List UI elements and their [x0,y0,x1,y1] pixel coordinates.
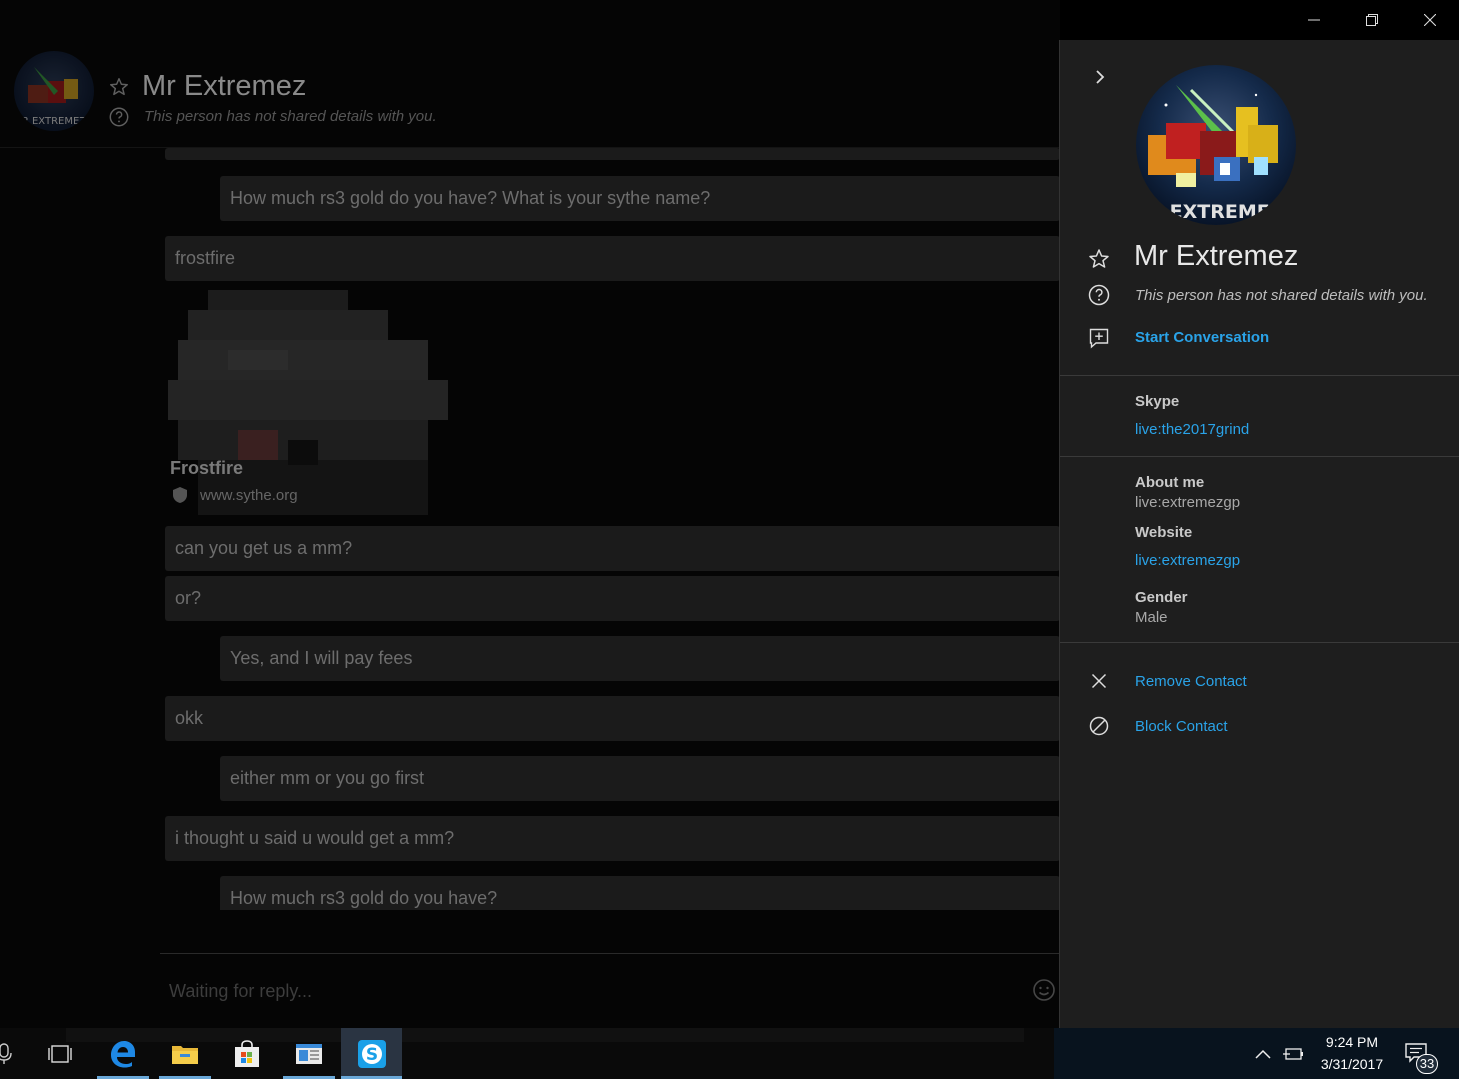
help-circle-icon [108,106,130,128]
collapse-panel-chevron-icon[interactable] [1088,64,1112,90]
file-explorer-icon[interactable] [159,1028,211,1079]
restore-button[interactable] [1343,0,1401,40]
favorite-star-icon[interactable] [1087,247,1111,271]
profile-name: Mr Extremez [1134,240,1299,272]
start-conversation-link[interactable]: Start Conversation [1135,329,1269,346]
message-bubble: How much rs3 gold do you have? What is y… [220,176,1060,221]
app-window-icon[interactable] [283,1028,335,1079]
message-list[interactable]: How much rs3 gold do you have? What is y… [0,148,1060,910]
link-preview-title: Frostfire [170,458,244,478]
link-preview-card[interactable]: Frostfire www.sythe.org [168,290,453,516]
taskbar-clock-time[interactable]: 9:24 PM [1320,1034,1384,1050]
chat-contact-name: Mr Extremez [142,70,307,102]
block-contact-link[interactable]: Block Contact [1135,718,1228,735]
battery-icon[interactable] [1268,1028,1318,1079]
message-bubble: or? [165,576,1060,621]
taskbar-clock-date[interactable]: 3/31/2017 [1312,1056,1392,1072]
window-controls [1285,0,1459,40]
link-preview-url: www.sythe.org [200,487,298,504]
composer-divider [160,953,1060,954]
close-window-button[interactable] [1401,0,1459,40]
close-icon[interactable] [1087,669,1111,693]
message-bubble: can you get us a mm? [165,526,1060,571]
message-input[interactable] [169,976,1009,1006]
section-divider [1060,642,1459,643]
skype-label: Skype [1135,393,1180,410]
taskbar: S [0,1028,1459,1079]
svg-text:S: S [365,1045,377,1065]
section-divider [1060,456,1459,457]
chat-avatar[interactable]: R EXTREMEZ [14,51,94,131]
task-view-icon[interactable] [34,1028,86,1079]
minimize-button[interactable] [1285,0,1343,40]
message-bubble: Yes, and I will pay fees [220,636,1060,681]
store-icon[interactable] [221,1028,273,1079]
profile-status: This person has not shared details with … [1135,287,1428,304]
website-label: Website [1135,524,1193,541]
message-bubble: i thought u said u would get a mm? [165,816,1060,861]
emoji-icon[interactable] [1032,978,1056,1002]
message-bubble: How much rs3 gold do you have? [220,876,1060,910]
block-icon[interactable] [1087,714,1111,738]
message-bubble: either mm or you go first [220,756,1060,801]
message-bubble: okk [165,696,1060,741]
edge-browser-icon[interactable] [97,1028,149,1079]
new-conversation-icon[interactable] [1087,326,1111,350]
avatar-text: R EXTREMEZ [1148,201,1283,223]
profile-panel: R EXTREMEZ Mr Extremez This person has n… [1059,40,1459,1028]
notification-count-badge: 33 [1416,1054,1438,1074]
website-link[interactable]: live:extremezgp [1135,552,1240,569]
chat-area: R EXTREMEZ Mr Extremez This person has n… [0,0,1060,1028]
message-bubble: frostfire [165,236,1060,281]
about-me-value: live:extremezgp [1135,494,1241,511]
link-preview-image [168,290,448,515]
microphone-icon[interactable] [0,1028,30,1079]
remove-contact-link[interactable]: Remove Contact [1135,673,1247,690]
chat-contact-status: This person has not shared details with … [144,108,437,125]
section-divider [1060,375,1459,376]
skype-id-link[interactable]: live:the2017grind [1135,421,1249,438]
help-circle-icon [1087,283,1111,307]
about-me-label: About me [1135,474,1205,491]
skype-app-icon[interactable]: S [341,1028,402,1079]
gender-label: Gender [1135,589,1188,606]
profile-avatar[interactable]: R EXTREMEZ [1136,65,1296,225]
message-bubble [165,148,1060,160]
gender-value: Male [1135,609,1168,626]
favorite-star-icon[interactable] [108,76,130,98]
site-shield-icon [172,486,188,504]
